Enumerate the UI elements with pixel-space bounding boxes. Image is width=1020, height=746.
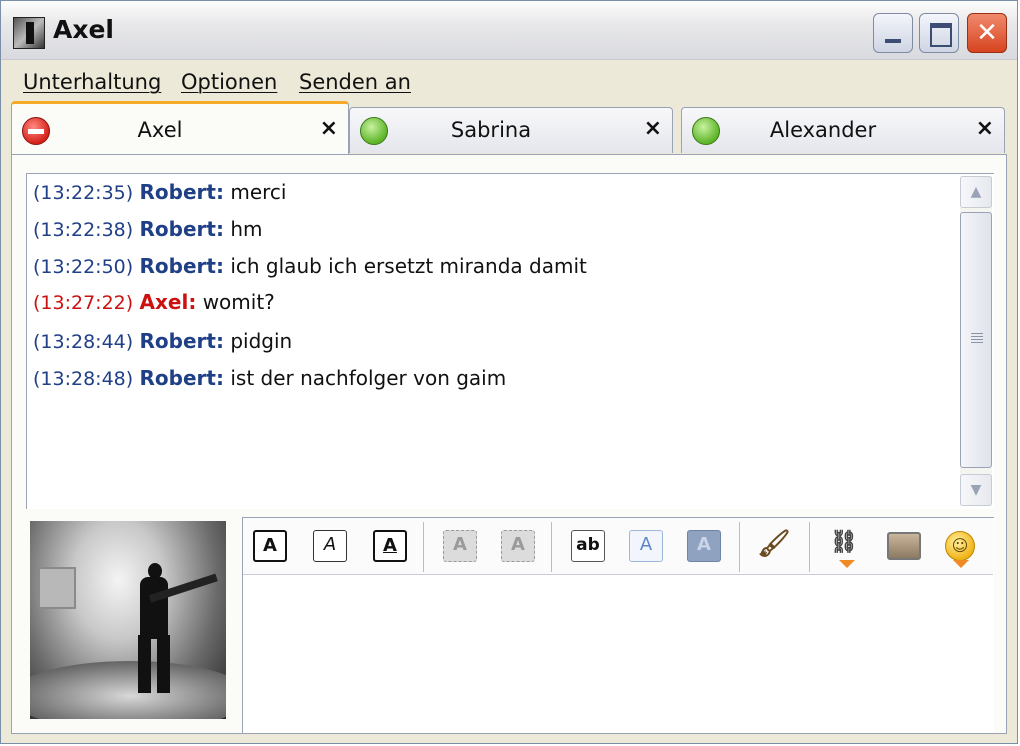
bold-button[interactable]: A (253, 530, 287, 562)
message-timestamp: (13:22:38) (33, 219, 134, 241)
buddy-avatar (30, 521, 226, 719)
dropdown-arrow-icon (953, 560, 969, 568)
tab-alexander[interactable]: Alexander × (681, 107, 1005, 153)
chevron-down-icon: ▼ (970, 482, 982, 498)
minimize-button[interactable] (873, 13, 913, 53)
italic-button[interactable]: A (313, 530, 347, 562)
menu-unterhaltung[interactable]: Unterhaltung (23, 70, 161, 94)
message-line: (13:22:38) Robert: hm (33, 217, 263, 241)
message-input-area: A A A A A ab A A 🖌 ⛓ ☺ (242, 517, 994, 733)
message-line: (13:22:50) Robert: ich glaub ich ersetzt… (33, 254, 587, 278)
scroll-down-button[interactable]: ▼ (960, 474, 992, 506)
formatting-toolbar: A A A A A ab A A 🖌 ⛓ ☺ (243, 518, 993, 575)
tab-close-icon[interactable]: × (644, 116, 662, 141)
message-sender: Robert: (139, 366, 224, 390)
scrollbar-thumb[interactable] (960, 212, 992, 468)
message-text: ist der nachfolger von gaim (230, 366, 507, 390)
underline-button[interactable]: A (373, 530, 407, 562)
message-text: ich glaub ich ersetzt miranda damit (230, 254, 587, 278)
title-bar[interactable]: Axel ✕ (1, 1, 1017, 60)
menu-bar: Unterhaltung Optionen Senden an (1, 61, 1017, 101)
tab-label: Axel (137, 118, 183, 142)
conversation-window: Axel ✕ Unterhaltung Optionen Senden an A… (0, 0, 1018, 744)
message-compose-field[interactable] (243, 575, 993, 732)
tab-label: Alexander (769, 118, 877, 142)
message-text: hm (230, 217, 263, 241)
message-timestamp: (13:22:35) (33, 182, 134, 204)
message-text: womit? (202, 290, 275, 314)
tab-close-icon[interactable]: × (976, 116, 994, 141)
tab-sabrina[interactable]: Sabrina × (349, 107, 673, 153)
tab-close-icon[interactable]: × (320, 116, 338, 141)
grip-icon (971, 333, 983, 345)
message-line: (13:22:35) Robert: merci (33, 180, 286, 204)
scroll-up-button[interactable]: ▲ (960, 176, 992, 208)
foreground-color-button[interactable]: A (629, 530, 663, 562)
larger-font-button[interactable]: A (443, 530, 477, 562)
message-line: (13:28:44) Robert: pidgin (33, 329, 292, 353)
chevron-up-icon: ▲ (970, 184, 982, 200)
dropdown-arrow-icon (839, 560, 855, 568)
message-sender: Robert: (139, 254, 224, 278)
conversation-panel: (13:22:35) Robert: merci (13:22:38) Robe… (11, 154, 1007, 734)
message-text: merci (230, 180, 287, 204)
message-line: (13:28:48) Robert: ist der nachfolger vo… (33, 366, 506, 390)
message-sender: Robert: (139, 217, 224, 241)
history-scrollbar[interactable]: ▲ ▼ (960, 176, 992, 506)
tab-label: Sabrina (450, 118, 532, 142)
background-color-button[interactable]: A (687, 530, 721, 562)
font-face-button[interactable]: ab (571, 530, 605, 562)
message-timestamp: (13:28:48) (33, 368, 134, 390)
message-sender: Robert: (139, 180, 224, 204)
tab-axel[interactable]: Axel × (11, 101, 349, 155)
message-history[interactable]: (13:22:35) Robert: merci (13:22:38) Robe… (26, 173, 994, 509)
menu-optionen[interactable]: Optionen (181, 70, 277, 94)
buddy-icon[interactable] (13, 17, 45, 49)
smaller-font-button[interactable]: A (501, 530, 535, 562)
conversation-tabs: Axel × Sabrina × Alexander × (1, 101, 1017, 155)
maximize-button[interactable] (919, 13, 959, 53)
insert-image-icon[interactable] (887, 532, 921, 560)
close-icon: ✕ (976, 18, 998, 48)
reset-formatting-brush-icon[interactable]: 🖌 (757, 530, 791, 562)
message-line: (13:27:22) Axel: womit? (33, 290, 275, 314)
message-text: pidgin (230, 329, 293, 353)
message-timestamp: (13:28:44) (33, 331, 134, 353)
message-timestamp: (13:22:50) (33, 256, 134, 278)
message-timestamp: (13:27:22) (33, 292, 134, 314)
message-sender: Axel: (139, 290, 197, 314)
close-button[interactable]: ✕ (967, 13, 1007, 53)
window-title: Axel (53, 15, 114, 44)
smiley-icon[interactable]: ☺ (945, 531, 975, 561)
menu-senden-an[interactable]: Senden an (299, 70, 411, 94)
insert-link-icon[interactable]: ⛓ (827, 530, 861, 562)
message-sender: Robert: (139, 329, 224, 353)
